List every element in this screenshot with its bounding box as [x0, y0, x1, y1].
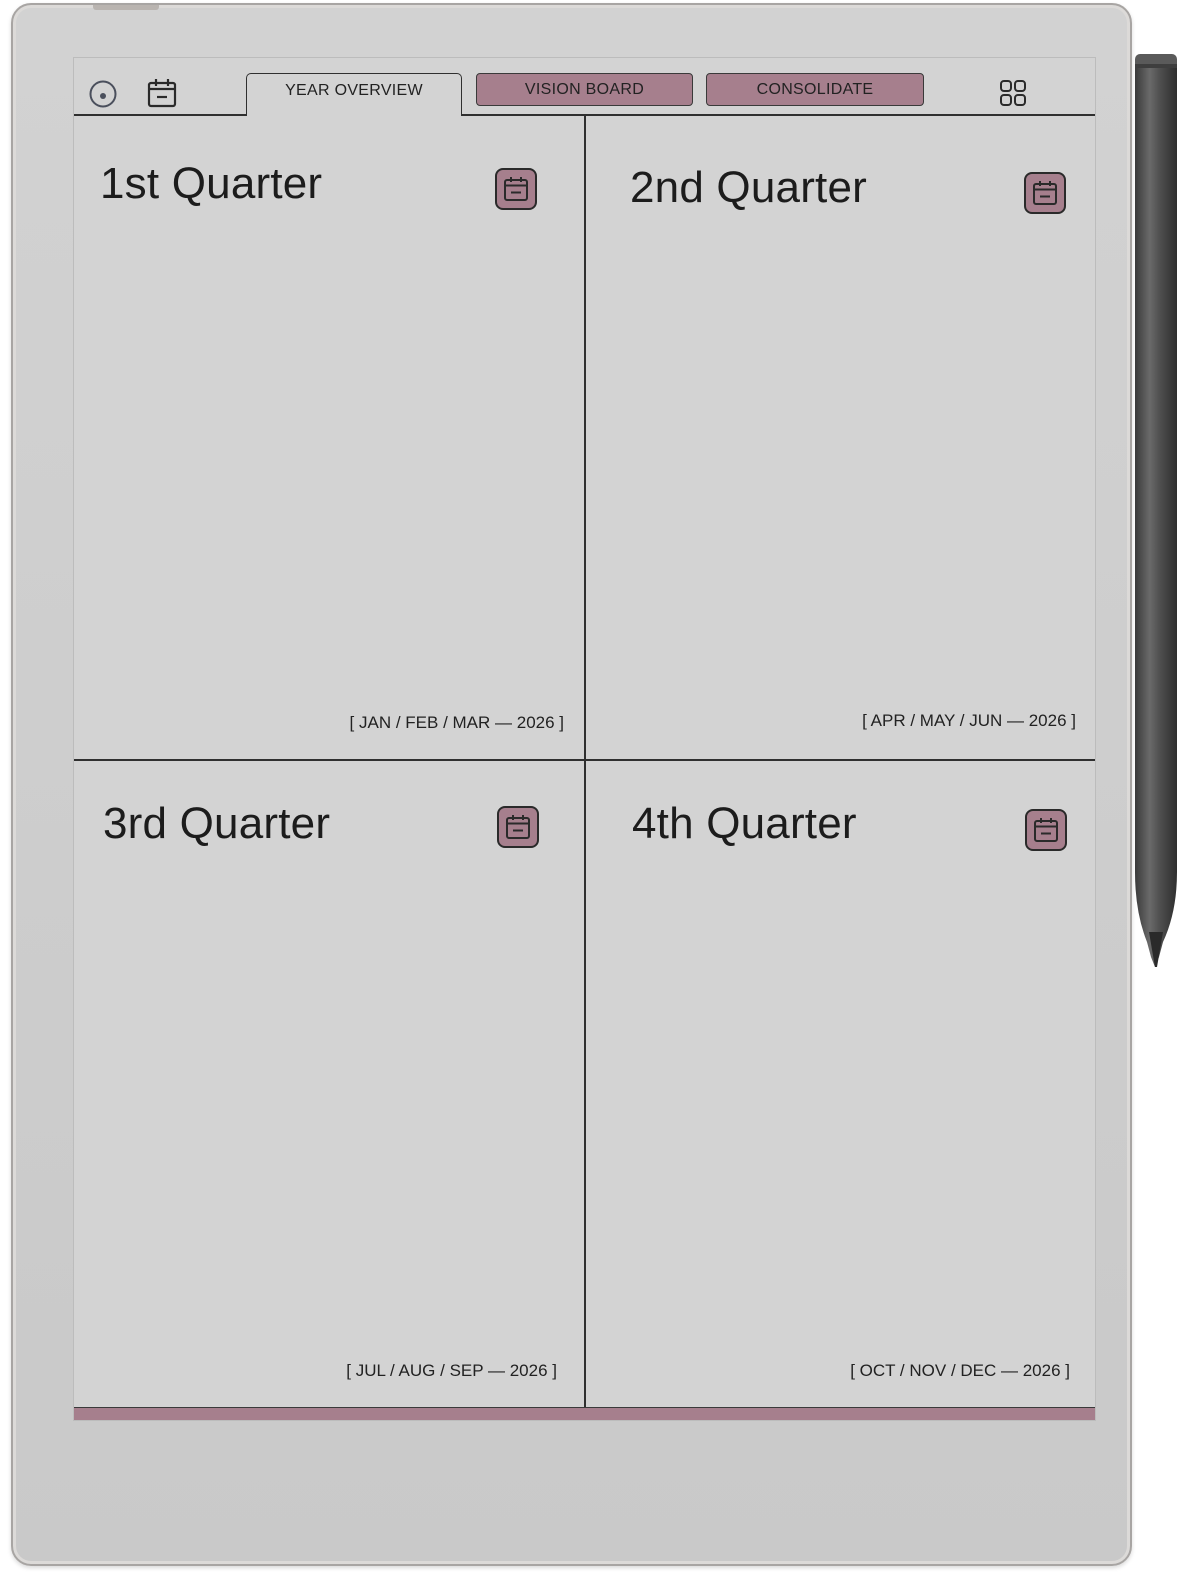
tab-label: CONSOLIDATE	[756, 80, 874, 98]
tablet-device: YEAR OVERVIEW VISION BOARD CONSOLIDATE 1…	[11, 3, 1132, 1566]
quarter-calendar-button[interactable]	[497, 806, 539, 848]
quarter-calendar-button[interactable]	[1025, 809, 1067, 851]
stylus-pen	[1133, 52, 1179, 972]
quarter-title: 3rd Quarter	[103, 799, 331, 848]
calendar-icon	[1034, 818, 1058, 842]
power-button[interactable]	[93, 5, 159, 10]
quarter-date-range: [ OCT / NOV / DEC — 2026 ]	[850, 1361, 1070, 1380]
tab-consolidate[interactable]: CONSOLIDATE	[706, 73, 924, 106]
quarter-title: 4th Quarter	[632, 799, 857, 848]
grid-icon[interactable]	[996, 76, 1030, 110]
quarter-date-range: [ APR / MAY / JUN — 2026 ]	[862, 711, 1076, 730]
quarter-title: 1st Quarter	[100, 159, 323, 208]
calendar-icon[interactable]	[145, 76, 179, 110]
calendar-icon	[504, 177, 528, 201]
calendar-icon	[506, 815, 530, 839]
quarter-panel-3[interactable]: 3rd Quarter [ JUL / AUG / SEP — 2026 ]	[74, 761, 584, 1407]
record-icon[interactable]	[87, 78, 119, 110]
tab-label: VISION BOARD	[524, 80, 645, 98]
quarter-calendar-button[interactable]	[495, 168, 537, 210]
quarter-title: 2nd Quarter	[630, 163, 868, 212]
tab-vision-board[interactable]: VISION BOARD	[476, 73, 693, 106]
bottom-accent-bar	[74, 1407, 1095, 1420]
quarter-panel-1[interactable]: 1st Quarter [ JAN / FEB / MAR — 2026 ]	[74, 115, 584, 759]
quarter-panel-4[interactable]: 4th Quarter [ OCT / NOV / DEC — 2026 ]	[585, 761, 1095, 1407]
e-ink-screen: YEAR OVERVIEW VISION BOARD CONSOLIDATE 1…	[73, 57, 1096, 1421]
quarter-date-range: [ JUL / AUG / SEP — 2026 ]	[346, 1361, 557, 1380]
quarter-date-range: [ JAN / FEB / MAR — 2026 ]	[349, 713, 564, 732]
top-toolbar: YEAR OVERVIEW VISION BOARD CONSOLIDATE	[74, 58, 1095, 116]
calendar-icon	[1033, 181, 1057, 205]
quarter-calendar-button[interactable]	[1024, 172, 1066, 214]
quarter-panel-2[interactable]: 2nd Quarter [ APR / MAY / JUN — 2026 ]	[585, 115, 1095, 759]
tab-label: YEAR OVERVIEW	[285, 82, 423, 99]
tab-year-overview[interactable]: YEAR OVERVIEW	[246, 73, 462, 116]
